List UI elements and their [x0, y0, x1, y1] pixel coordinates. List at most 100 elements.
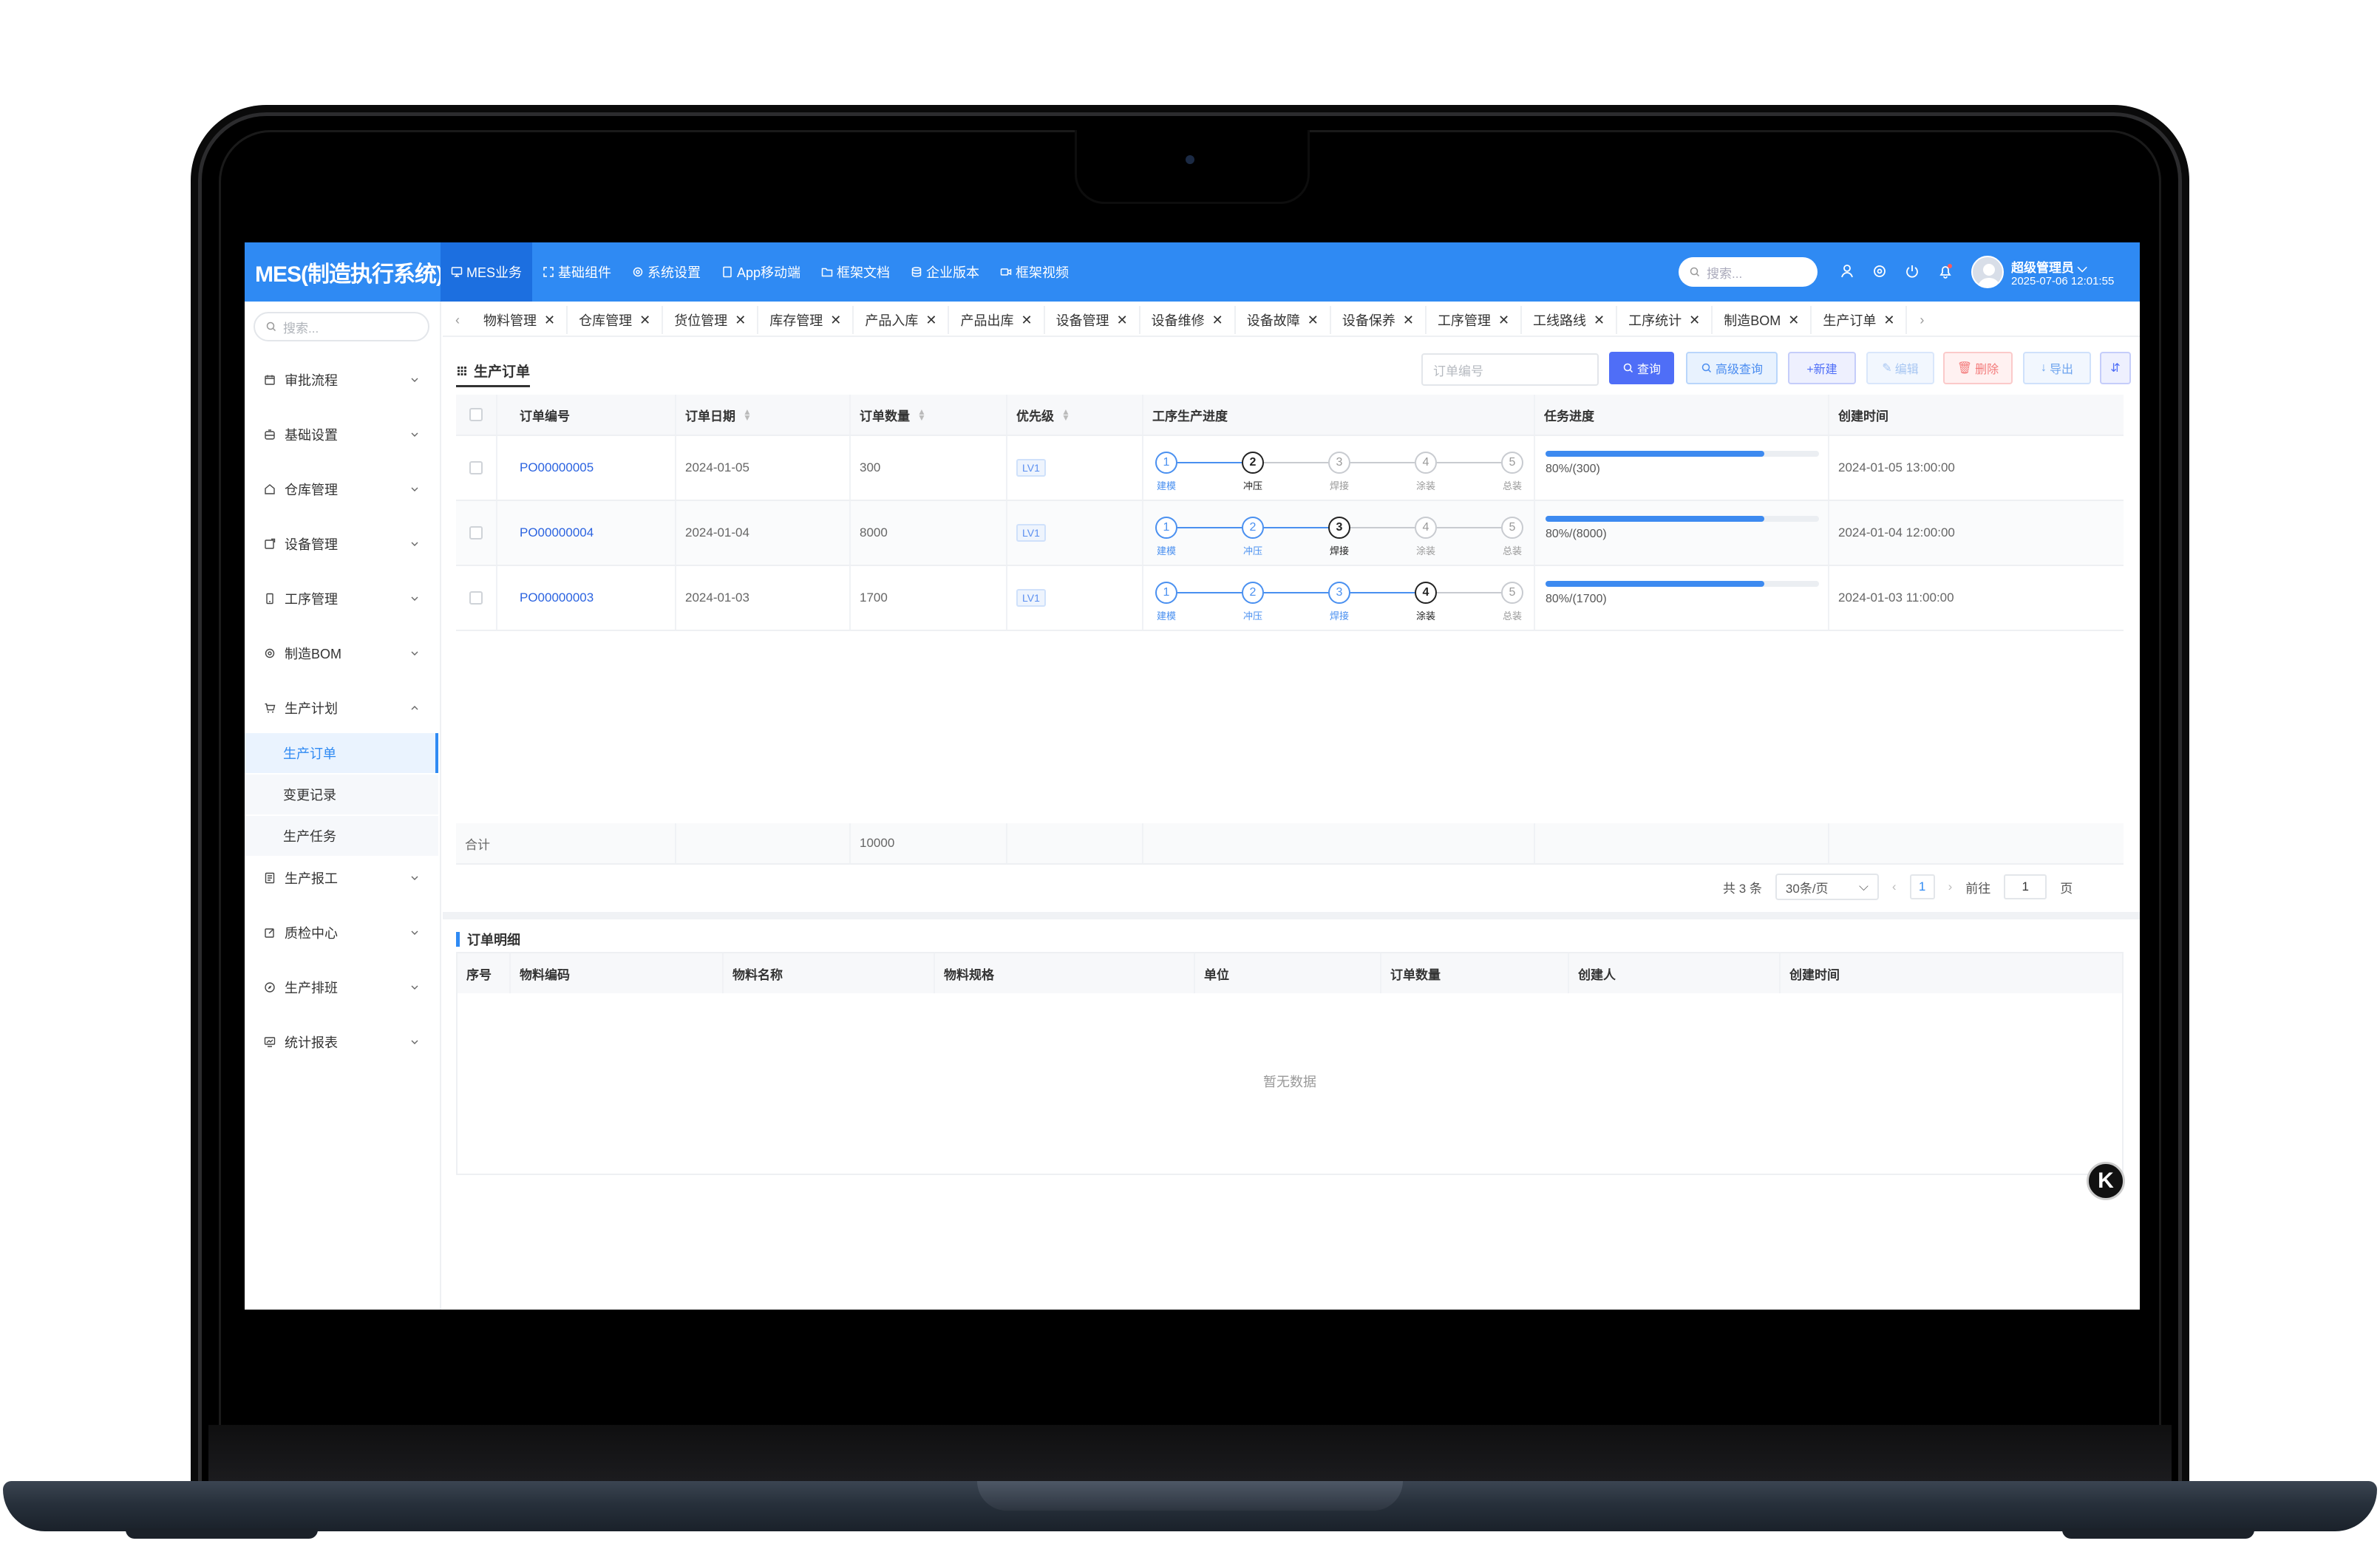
- avatar[interactable]: [1971, 256, 2004, 288]
- tab-maintenance[interactable]: 设备保养 ✕: [1331, 306, 1427, 334]
- close-icon[interactable]: ✕: [830, 313, 841, 328]
- topnav-mes[interactable]: MES业务: [441, 242, 533, 302]
- header-priority[interactable]: 优先级 ▲ ▼: [1007, 395, 1143, 435]
- user-name[interactable]: 超级管理员 ⌵: [2011, 257, 2087, 276]
- cell-order-no: PO00000004: [497, 501, 676, 565]
- close-icon[interactable]: ✕: [925, 313, 936, 328]
- sidebar-subitem-change-log[interactable]: 变更记录: [245, 775, 438, 814]
- close-icon[interactable]: ✕: [1689, 313, 1700, 328]
- close-icon[interactable]: ✕: [1594, 313, 1605, 328]
- edit-button[interactable]: ✎ 编辑: [1866, 352, 1934, 384]
- settings-icon[interactable]: [1871, 263, 1888, 279]
- close-icon[interactable]: ✕: [1117, 313, 1128, 328]
- sidebar-item-report-work[interactable]: 生产报工: [245, 857, 438, 899]
- sidebar-item-quality[interactable]: 质检中心: [245, 912, 438, 953]
- close-icon[interactable]: ✕: [1883, 313, 1894, 328]
- topnav-video[interactable]: 框架视频: [990, 242, 1079, 302]
- tab-scroll-right[interactable]: ›: [1907, 306, 1937, 334]
- search-icon: [1623, 363, 1633, 373]
- tab-production-order[interactable]: 生产订单 ✕: [1812, 306, 1908, 334]
- close-icon[interactable]: ✕: [735, 313, 746, 328]
- row-checkbox[interactable]: [469, 526, 483, 540]
- step-connector: [1437, 527, 1501, 528]
- tab-product-in[interactable]: 产品入库 ✕: [854, 306, 950, 334]
- sidebar-item-warehouse[interactable]: 仓库管理: [245, 469, 438, 510]
- topnav-label: 系统设置: [647, 265, 701, 280]
- sort-icon[interactable]: ▲ ▼: [917, 407, 926, 422]
- delete-button[interactable]: 🗑 删除: [1943, 352, 2013, 384]
- page-size-select[interactable]: 30条/页 ⌵: [1775, 874, 1879, 900]
- tab-route[interactable]: 工线路线 ✕: [1522, 306, 1618, 334]
- tab-process[interactable]: 工序管理 ✕: [1427, 306, 1523, 334]
- close-icon[interactable]: ✕: [1021, 313, 1032, 328]
- sidebar-search-input[interactable]: 搜索...: [254, 312, 429, 341]
- sidebar-item-approval[interactable]: 审批流程: [245, 359, 438, 401]
- user-icon[interactable]: [1839, 263, 1855, 279]
- order-link[interactable]: PO00000004: [520, 525, 594, 540]
- page-number-current[interactable]: 1: [1909, 874, 1935, 899]
- order-number-input[interactable]: 订单编号: [1421, 353, 1599, 386]
- next-page-icon[interactable]: ›: [1948, 879, 1953, 894]
- column-settings-button[interactable]: ⇵: [2100, 352, 2131, 384]
- close-icon[interactable]: ✕: [1498, 313, 1509, 328]
- table-row[interactable]: PO00000005 2024-01-05 300 LV1 1 建模 2 冲压 3 焊接 4…: [456, 436, 2124, 501]
- topnav-enterprise[interactable]: 企业版本: [900, 242, 990, 302]
- tab-scroll-left[interactable]: ‹: [443, 306, 472, 334]
- sidebar-item-label: 质检中心: [285, 926, 338, 941]
- order-link[interactable]: PO00000003: [520, 590, 594, 605]
- sidebar-item-basic[interactable]: 基础设置: [245, 414, 438, 455]
- sidebar-item-process[interactable]: 工序管理: [245, 578, 438, 619]
- select-all-checkbox[interactable]: [469, 408, 483, 421]
- global-search-input[interactable]: 搜索...: [1679, 257, 1818, 287]
- page-size-value: 30条/页: [1785, 881, 1829, 896]
- close-icon[interactable]: ✕: [639, 313, 650, 328]
- sidebar-item-stats[interactable]: 统计报表: [245, 1021, 438, 1063]
- tab-repair[interactable]: 设备维修 ✕: [1140, 306, 1236, 334]
- tab-process-stats[interactable]: 工序统计 ✕: [1617, 306, 1713, 334]
- sidebar-item-bom[interactable]: 制造BOM: [245, 633, 438, 674]
- header-order-qty[interactable]: 订单数量 ▲ ▼: [851, 395, 1007, 435]
- bell-icon[interactable]: [1937, 263, 1954, 279]
- row-checkbox[interactable]: [469, 591, 483, 605]
- topnav-settings[interactable]: 系统设置: [622, 242, 711, 302]
- sidebar-item-plan[interactable]: 生产计划: [245, 687, 438, 729]
- advanced-query-button[interactable]: 高级查询: [1686, 352, 1778, 384]
- close-icon[interactable]: ✕: [1403, 313, 1414, 328]
- topnav-mobile[interactable]: App移动端: [711, 242, 811, 302]
- step-progress: 1 建模 2 冲压 3 焊接 4 涂装 5 总装: [1152, 576, 1523, 622]
- sidebar-subitem-production-order[interactable]: 生产订单: [245, 733, 438, 773]
- close-icon[interactable]: ✕: [1308, 313, 1319, 328]
- tab-warehouse[interactable]: 仓库管理 ✕: [568, 306, 664, 334]
- row-checkbox[interactable]: [469, 461, 483, 474]
- tab-fault[interactable]: 设备故障 ✕: [1236, 306, 1331, 334]
- sidebar-item-equipment[interactable]: 设备管理: [245, 523, 438, 565]
- sidebar-item-schedule[interactable]: 生产排班: [245, 967, 438, 1008]
- table-row[interactable]: PO00000003 2024-01-03 1700 LV1 1 建模 2 冲压 3 焊接…: [456, 566, 2124, 631]
- tab-equipment[interactable]: 设备管理 ✕: [1045, 306, 1140, 334]
- tab-bom[interactable]: 制造BOM ✕: [1713, 306, 1812, 334]
- close-icon[interactable]: ✕: [544, 313, 555, 328]
- table-row[interactable]: PO00000004 2024-01-04 8000 LV1 1 建模 2 冲压 3 焊接…: [456, 501, 2124, 566]
- tab-inventory[interactable]: 库存管理 ✕: [758, 306, 854, 334]
- row-select-cell: [456, 436, 497, 500]
- query-button[interactable]: 查询: [1609, 352, 1674, 384]
- floating-k-button[interactable]: K: [2087, 1162, 2125, 1200]
- order-link[interactable]: PO00000005: [520, 460, 594, 475]
- close-icon[interactable]: ✕: [1788, 313, 1799, 328]
- new-button[interactable]: +新建: [1788, 352, 1856, 384]
- power-icon[interactable]: [1904, 263, 1920, 279]
- tab-product-out[interactable]: 产品出库 ✕: [949, 306, 1045, 334]
- app-logo[interactable]: MES(制造执行系统): [245, 256, 443, 288]
- topnav-docs[interactable]: 框架文档: [811, 242, 900, 302]
- close-icon[interactable]: ✕: [1212, 313, 1223, 328]
- header-order-date[interactable]: 订单日期 ▲ ▼: [676, 395, 851, 435]
- sort-icon[interactable]: ▲ ▼: [743, 407, 752, 422]
- sort-icon[interactable]: ▲ ▼: [1061, 407, 1070, 422]
- tab-material[interactable]: 物料管理 ✕: [472, 306, 568, 334]
- export-button[interactable]: ↓ 导出: [2023, 352, 2091, 384]
- goto-page-input[interactable]: 1: [2004, 874, 2047, 899]
- sidebar-subitem-production-task[interactable]: 生产任务: [245, 816, 438, 856]
- topnav-components[interactable]: 基础组件: [532, 242, 622, 302]
- prev-page-icon[interactable]: ‹: [1892, 879, 1897, 894]
- tab-location[interactable]: 货位管理 ✕: [663, 306, 759, 334]
